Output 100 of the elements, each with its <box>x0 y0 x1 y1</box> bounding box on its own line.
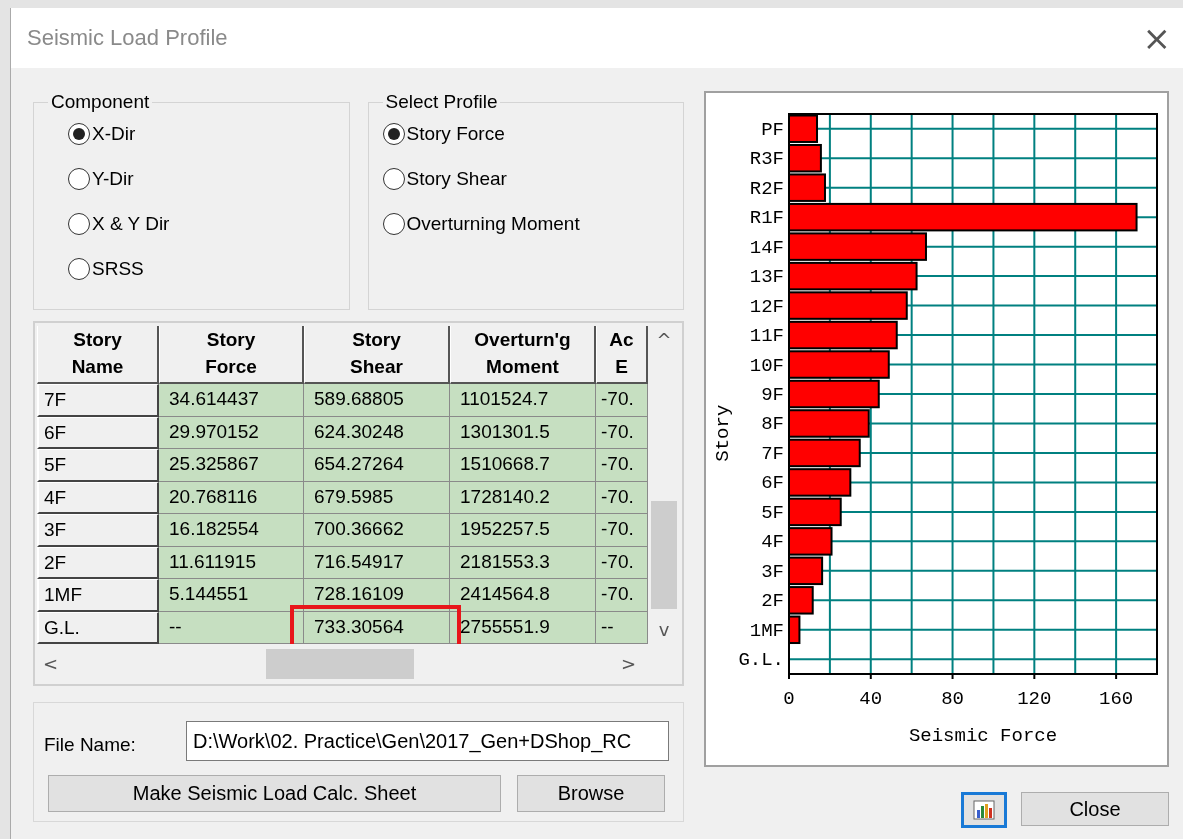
table-cell: -70. <box>596 546 648 579</box>
table-cell: 16.182554 <box>159 514 304 547</box>
table-cell: 700.36662 <box>304 514 450 547</box>
axis-label: 11F <box>749 325 784 348</box>
scroll-thumb[interactable] <box>266 649 415 679</box>
axis-label: 10F <box>749 354 784 377</box>
radio-option[interactable]: Overturning Moment <box>382 211 683 237</box>
radio-option[interactable]: SRSS <box>68 256 349 282</box>
horizontal-scrollbar[interactable]: < > <box>37 644 648 684</box>
table-cell: 679.5985 <box>304 481 450 514</box>
table-cell: 1952257.5 <box>450 514 596 547</box>
group-label: Select Profile <box>384 91 499 113</box>
table-cell: 1101524.7 <box>450 384 596 417</box>
table-cell: 716.54917 <box>304 546 450 579</box>
table-cell: 654.27264 <box>304 449 450 482</box>
axis-label: 6F <box>761 472 784 495</box>
row-header: 6F <box>37 416 159 449</box>
tick-label: 0 <box>783 688 795 710</box>
scroll-up-button[interactable]: ^ <box>656 330 672 350</box>
scroll-left-button[interactable]: < <box>43 654 59 674</box>
table-cell: 2181553.3 <box>450 546 596 579</box>
column-header[interactable]: Story Name <box>37 326 159 384</box>
radio-option[interactable]: X & Y Dir <box>68 211 349 237</box>
table-cell: -70. <box>596 481 648 514</box>
axis-label: R2F <box>749 177 784 200</box>
row-header: G.L. <box>37 611 159 644</box>
axis-label: R1F <box>749 207 784 230</box>
table-cell: 1728140.2 <box>450 481 596 514</box>
table-cell: 5.144551 <box>159 579 304 612</box>
table-cell: 1301301.5 <box>450 416 596 449</box>
table-cell: 25.325867 <box>159 449 304 482</box>
column-header[interactable]: Story Force <box>159 326 304 384</box>
table-cell: 1510668.7 <box>450 449 596 482</box>
browse-button[interactable]: Browse <box>517 775 665 812</box>
table-cell: -70. <box>596 514 648 547</box>
radio-option[interactable]: Story Shear <box>382 166 683 192</box>
radio-option[interactable]: X-Dir <box>68 121 349 147</box>
radio-circle[interactable] <box>382 168 405 190</box>
radio-circle[interactable] <box>68 258 90 280</box>
table-cell: 29.970152 <box>159 416 304 449</box>
axis-label: 1MF <box>749 619 784 642</box>
tick-label: 40 <box>859 688 883 710</box>
row-header: 4F <box>37 481 159 514</box>
field-label: File Name: <box>44 733 136 756</box>
radio-circle[interactable] <box>382 123 405 145</box>
axis-label: 4F <box>761 531 784 554</box>
radio-circle[interactable] <box>68 123 90 145</box>
make-sheet-button[interactable]: Make Seismic Load Calc. Sheet <box>48 775 501 812</box>
table-cell: 2414564.8 <box>450 579 596 612</box>
table-cell: -- <box>596 611 648 644</box>
group-label: Component <box>50 91 151 113</box>
tick-label: 80 <box>941 688 964 710</box>
table-cell: 624.30248 <box>304 416 450 449</box>
axis-label: PF <box>761 118 784 141</box>
row-header: 3F <box>37 514 159 547</box>
row-header: 5F <box>37 449 159 482</box>
table-cell: 2755551.9 <box>450 611 596 644</box>
axis-title: Seismic Force <box>908 725 1058 747</box>
row-header: 2F <box>37 546 159 579</box>
scroll-right-button[interactable]: > <box>620 654 636 674</box>
axis-label: 12F <box>749 295 784 318</box>
table-cell: -70. <box>596 384 648 417</box>
radio-circle[interactable] <box>382 213 405 235</box>
file-name-field[interactable]: D:\Work\02. Practice\Gen\2017_Gen+DShop_RC <box>186 721 669 761</box>
axis-label: G.L. <box>738 649 784 672</box>
axis-label: 14F <box>749 236 784 259</box>
radio-circle[interactable] <box>68 213 90 235</box>
table-cell: -70. <box>596 579 648 612</box>
tick-label: 160 <box>1099 688 1134 710</box>
close-button[interactable]: × <box>1138 21 1175 55</box>
table-cell: 20.768116 <box>159 481 304 514</box>
axis-label: 9F <box>761 384 784 406</box>
table-cell: -70. <box>596 449 648 482</box>
tick-label: 120 <box>1017 688 1052 710</box>
bar-chart-icon <box>973 800 995 820</box>
scroll-down-button[interactable]: v <box>658 620 670 640</box>
row-header: 1MF <box>37 579 159 612</box>
axis-label: 8F <box>761 413 784 436</box>
column-header[interactable]: Story Shear <box>304 326 450 384</box>
axis-label: 7F <box>761 442 784 465</box>
axis-title: Story <box>712 404 734 462</box>
close-button[interactable]: Close <box>1021 792 1169 826</box>
table-cell: -70. <box>596 416 648 449</box>
radio-option[interactable]: Y-Dir <box>68 166 349 192</box>
radio-circle[interactable] <box>68 168 90 190</box>
axis-label: 3F <box>761 560 784 583</box>
axis-label: 13F <box>749 266 784 289</box>
window-title: Seismic Load Profile <box>27 25 228 51</box>
table-cell: 11.611915 <box>159 546 304 579</box>
radio-option[interactable]: Story Force <box>382 121 683 147</box>
axis-label: 5F <box>761 501 784 524</box>
table-cell: -- <box>159 611 304 644</box>
axis-label: 2F <box>761 590 784 613</box>
table-cell: 34.614437 <box>159 384 304 417</box>
column-header[interactable]: Overturn'g Moment <box>450 326 596 384</box>
column-header[interactable]: Ac E <box>596 326 648 384</box>
row-header: 7F <box>37 384 159 417</box>
scroll-thumb[interactable] <box>651 501 677 609</box>
axis-label: R3F <box>749 148 784 171</box>
chart-button[interactable] <box>961 792 1007 828</box>
